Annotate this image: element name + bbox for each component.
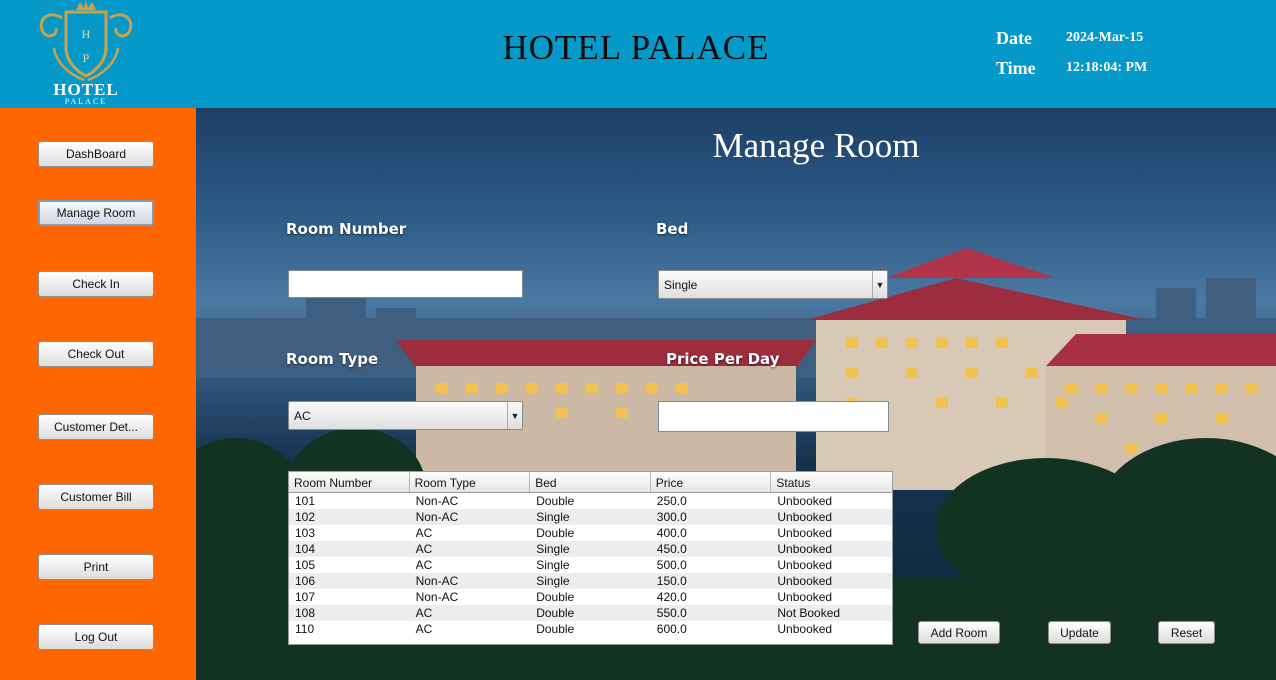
room-type-select[interactable]: AC ▼	[288, 401, 523, 430]
manage-room-button[interactable]: Manage Room	[38, 200, 154, 226]
date-value: 2024-Mar-15	[1066, 30, 1144, 45]
table-cell: Single	[536, 574, 570, 588]
table-row[interactable]: 101 Non-AC Double 250.0 Unbooked	[289, 493, 892, 509]
table-row[interactable]: 104 AC Single 450.0 Unbooked	[289, 541, 892, 557]
table-row[interactable]: 107 Non-AC Double 420.0 Unbooked	[289, 589, 892, 605]
table-cell: Double	[536, 494, 575, 508]
table-cell: Unbooked	[777, 558, 833, 572]
table-cell: 500.0	[656, 558, 687, 572]
table-cell: Unbooked	[777, 494, 833, 508]
table-cell: 106	[295, 574, 316, 588]
check-out-button[interactable]: Check Out	[38, 341, 154, 367]
price-per-day-label: Price Per Day	[666, 350, 780, 368]
check-in-button[interactable]: Check In	[38, 271, 154, 297]
table-cell: 300.0	[656, 510, 687, 524]
table-body: 101 Non-AC Double 250.0 Unbooked 102 Non…	[289, 493, 892, 637]
bed-select[interactable]: Single ▼	[658, 270, 888, 299]
table-cell: 107	[295, 590, 316, 604]
add-room-button[interactable]: Add Room	[918, 621, 1000, 644]
table-cell: 101	[295, 494, 316, 508]
svg-text:H: H	[82, 27, 91, 41]
table-cell: Single	[536, 510, 570, 524]
table-cell: Double	[536, 590, 575, 604]
table-cell: 150.0	[656, 574, 687, 588]
price-per-day-input[interactable]	[658, 401, 889, 432]
column-header-room-number[interactable]: Room Number	[289, 472, 410, 492]
rooms-table[interactable]: Room Number Room Type Bed Price Status 1…	[288, 471, 893, 645]
table-header: Room Number Room Type Bed Price Status	[289, 472, 892, 493]
table-cell: Unbooked	[777, 526, 833, 540]
table-cell: Non-AC	[415, 494, 459, 508]
table-cell: 105	[295, 558, 316, 572]
svg-text:P: P	[83, 51, 90, 65]
column-header-bed[interactable]: Bed	[530, 472, 651, 492]
table-cell: Unbooked	[777, 574, 833, 588]
room-number-input[interactable]	[288, 270, 523, 298]
chevron-down-icon[interactable]: ▼	[872, 271, 887, 298]
date-label: Date	[996, 28, 1032, 48]
table-cell: 600.0	[656, 622, 687, 636]
table-cell: Non-AC	[415, 510, 459, 524]
table-cell: AC	[415, 606, 433, 620]
print-button[interactable]: Print	[38, 554, 154, 580]
table-cell: Double	[536, 622, 575, 636]
table-cell: AC	[415, 622, 433, 636]
table-cell: Non-AC	[415, 590, 459, 604]
table-row[interactable]: 110 AC Double 600.0 Unbooked	[289, 621, 892, 637]
table-cell: AC	[415, 526, 433, 540]
table-cell: Unbooked	[777, 510, 833, 524]
table-cell: Single	[536, 542, 570, 556]
column-header-room-type[interactable]: Room Type	[410, 472, 531, 492]
table-cell: 110	[295, 622, 315, 636]
table-cell: AC	[415, 558, 433, 572]
log-out-button[interactable]: Log Out	[38, 624, 154, 650]
table-row[interactable]: 105 AC Single 500.0 Unbooked	[289, 557, 892, 573]
table-cell: 103	[295, 526, 316, 540]
page-title: Manage Room	[712, 126, 920, 165]
bed-label: Bed	[656, 220, 689, 238]
room-type-label: Room Type	[286, 350, 379, 368]
table-cell: Unbooked	[777, 622, 833, 636]
column-header-price[interactable]: Price	[651, 472, 772, 492]
table-cell: 550.0	[656, 606, 687, 620]
table-cell: 250.0	[656, 494, 687, 508]
table-row[interactable]: 103 AC Double 400.0 Unbooked	[289, 525, 892, 541]
table-cell: 400.0	[656, 526, 687, 540]
table-cell: 104	[295, 542, 316, 556]
reset-button[interactable]: Reset	[1158, 621, 1215, 644]
dashboard-button[interactable]: DashBoard	[38, 141, 154, 167]
table-cell: Non-AC	[415, 574, 459, 588]
table-cell: Unbooked	[777, 590, 833, 604]
room-type-select-value: AC	[294, 408, 311, 423]
table-cell: 102	[295, 510, 316, 524]
table-cell: AC	[415, 542, 433, 556]
column-header-status[interactable]: Status	[771, 472, 892, 492]
time-value: 12:18:04: PM	[1066, 60, 1148, 75]
table-cell: Unbooked	[777, 542, 833, 556]
table-cell: Not Booked	[777, 606, 841, 620]
bed-select-value: Single	[664, 277, 698, 292]
table-cell: 450.0	[656, 542, 687, 556]
table-row[interactable]: 106 Non-AC Single 150.0 Unbooked	[289, 573, 892, 589]
customer-bill-button[interactable]: Customer Bill	[38, 484, 154, 510]
room-number-label: Room Number	[286, 220, 407, 238]
table-cell: Double	[536, 606, 575, 620]
customer-details-button[interactable]: Customer Det...	[38, 414, 154, 440]
chevron-down-icon[interactable]: ▼	[507, 402, 522, 429]
time-label: Time	[996, 58, 1036, 78]
app-header: H P HOTEL PALACE HOTEL PALACE Date 2024-…	[0, 0, 1276, 108]
table-cell: Single	[536, 558, 570, 572]
logo-subtext: PALACE	[64, 97, 108, 106]
table-cell: Double	[536, 526, 575, 540]
table-row[interactable]: 102 Non-AC Single 300.0 Unbooked	[289, 509, 892, 525]
sidebar	[0, 108, 196, 680]
table-cell: 420.0	[656, 590, 687, 604]
app-title: HOTEL PALACE	[502, 28, 770, 67]
table-row[interactable]: 108 AC Double 550.0 Not Booked	[289, 605, 892, 621]
update-button[interactable]: Update	[1048, 621, 1111, 644]
table-cell: 108	[295, 606, 316, 620]
